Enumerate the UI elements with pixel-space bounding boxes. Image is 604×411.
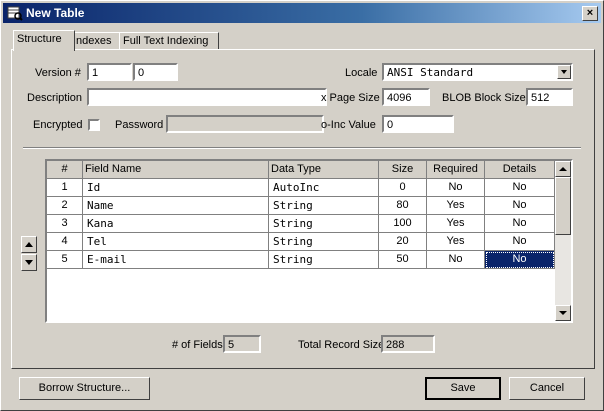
password-label: Password — [115, 119, 164, 131]
cell-required[interactable]: No — [427, 251, 485, 269]
cell-size[interactable]: 100 — [379, 215, 427, 233]
encrypted-label: Encrypted — [33, 119, 83, 131]
version-label: Version # — [35, 67, 81, 79]
cell-field-name[interactable]: Tel — [83, 233, 269, 251]
description-label: Description — [27, 92, 83, 104]
table-icon — [7, 6, 23, 21]
column-header-details[interactable]: Details — [485, 161, 555, 179]
cell-details[interactable]: No — [485, 251, 555, 269]
tab-full-text-indexing-label: Full Text Indexing — [123, 35, 209, 47]
fields-grid[interactable]: # Field Name Data Type Size Required Det… — [45, 159, 573, 323]
arrow-up-icon — [25, 242, 33, 247]
save-button[interactable]: Save — [425, 377, 501, 400]
tab-indexes-label: Indexes — [73, 35, 112, 47]
move-up-button[interactable] — [21, 236, 37, 253]
locale-value: ANSI Standard — [387, 66, 474, 79]
close-icon: × — [586, 7, 594, 19]
cell-data-type[interactable]: AutoInc — [269, 179, 379, 197]
cell-required[interactable]: No — [427, 179, 485, 197]
cell-required[interactable]: Yes — [427, 215, 485, 233]
fields-count-value: 5 — [223, 335, 261, 353]
total-record-size-label: Total Record Size — [298, 339, 385, 351]
grid-empty-area[interactable] — [47, 269, 555, 321]
cell-details[interactable]: No — [485, 179, 555, 197]
cell-data-type[interactable]: String — [269, 251, 379, 269]
cell-row-number[interactable]: 3 — [47, 215, 83, 233]
cell-data-type[interactable]: String — [269, 215, 379, 233]
move-down-button[interactable] — [21, 254, 37, 271]
tab-indexes[interactable]: Indexes — [69, 32, 123, 50]
blob-block-size-label: BLOB Block Size — [442, 92, 526, 104]
scroll-up-icon — [559, 167, 567, 171]
cell-required[interactable]: Yes — [427, 233, 485, 251]
tab-full-text-indexing[interactable]: Full Text Indexing — [119, 32, 219, 50]
scroll-down-button[interactable] — [555, 305, 571, 321]
grid-vertical-scrollbar[interactable] — [555, 161, 571, 321]
title-bar[interactable]: New Table × — [3, 3, 601, 23]
locale-label: Locale — [345, 67, 378, 79]
blob-block-size-input[interactable]: 512 — [526, 88, 573, 106]
password-input[interactable] — [166, 115, 324, 133]
cell-data-type[interactable]: String — [269, 197, 379, 215]
cell-size[interactable]: 0 — [379, 179, 427, 197]
dialog-window: New Table × Structure Indexes Full Text … — [0, 0, 604, 411]
total-record-size-value: 288 — [381, 335, 435, 353]
page-size-input[interactable]: 4096 — [382, 88, 430, 106]
encrypted-checkbox[interactable] — [88, 119, 100, 131]
tab-structure[interactable]: Structure — [13, 30, 75, 51]
column-header-data-type[interactable]: Data Type — [269, 161, 379, 179]
cell-details[interactable]: No — [485, 233, 555, 251]
cell-details[interactable]: No — [485, 215, 555, 233]
description-input[interactable] — [87, 88, 327, 106]
column-header-size[interactable]: Size — [379, 161, 427, 179]
cell-field-name[interactable]: Kana — [83, 215, 269, 233]
column-header-field-name[interactable]: Field Name — [83, 161, 269, 179]
scroll-down-icon — [559, 311, 567, 315]
cell-row-number[interactable]: 2 — [47, 197, 83, 215]
scroll-thumb[interactable] — [555, 177, 571, 235]
column-header-required[interactable]: Required — [427, 161, 485, 179]
arrow-down-icon — [25, 260, 33, 265]
cell-field-name[interactable]: Id — [83, 179, 269, 197]
version-minor-input[interactable]: 0 — [133, 63, 178, 81]
locale-select[interactable]: ANSI Standard — [382, 63, 573, 81]
cell-data-type[interactable]: String — [269, 233, 379, 251]
cancel-button[interactable]: Cancel — [509, 377, 585, 400]
cell-row-number[interactable]: 4 — [47, 233, 83, 251]
autoinc-label: o-Inc Value — [321, 119, 376, 131]
cell-field-name[interactable]: E-mail — [83, 251, 269, 269]
locale-dropdown-button[interactable] — [557, 65, 571, 79]
version-major-input[interactable]: 1 — [87, 63, 132, 81]
window-title: New Table — [26, 6, 85, 20]
fields-count-label: # of Fields — [172, 339, 223, 351]
tab-structure-label: Structure — [17, 33, 62, 45]
autoinc-input[interactable]: 0 — [382, 115, 454, 133]
cell-size[interactable]: 50 — [379, 251, 427, 269]
borrow-structure-button[interactable]: Borrow Structure... — [19, 377, 150, 400]
cell-size[interactable]: 20 — [379, 233, 427, 251]
cell-row-number[interactable]: 1 — [47, 179, 83, 197]
dropdown-arrow-icon — [561, 70, 567, 74]
cell-row-number[interactable]: 5 — [47, 251, 83, 269]
cell-field-name[interactable]: Name — [83, 197, 269, 215]
page-size-label: x Page Size — [321, 92, 380, 104]
cell-required[interactable]: Yes — [427, 197, 485, 215]
column-header-number[interactable]: # — [47, 161, 83, 179]
separator — [23, 147, 581, 149]
cell-size[interactable]: 80 — [379, 197, 427, 215]
close-button[interactable]: × — [582, 6, 598, 21]
scroll-up-button[interactable] — [555, 161, 571, 177]
cell-details[interactable]: No — [485, 197, 555, 215]
